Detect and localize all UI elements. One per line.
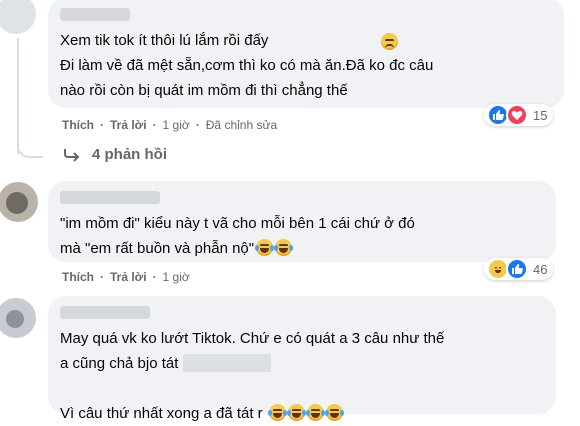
avatar[interactable] bbox=[0, 182, 38, 222]
love-reaction-icon bbox=[506, 104, 528, 126]
comment-text: Xem tik tok ít thôi lú lắm rồi đấy Đi là… bbox=[60, 32, 434, 99]
tears-of-joy-icon bbox=[274, 239, 294, 256]
reply-link[interactable]: Trả lời bbox=[110, 118, 147, 132]
view-replies-button[interactable]: 4 phản hồi bbox=[64, 146, 167, 163]
comment-bubble-3: May quá vk ko lướt Tiktok. Chứ e có quát… bbox=[48, 296, 556, 422]
comment-bubble-2: "im mồm đi" kiểu này t vã cho mỗi bên 1 … bbox=[48, 181, 556, 262]
comment-bubble-1: Xem tik tok ít thôi lú lắm rồi đấy Đi là… bbox=[48, 0, 564, 108]
reaction-summary[interactable]: 15 bbox=[484, 104, 554, 126]
pensive-face-icon bbox=[381, 33, 398, 50]
redacted-text bbox=[182, 354, 271, 372]
replies-count-label: 4 phản hồi bbox=[92, 146, 167, 163]
timestamp[interactable]: 1 giờ bbox=[163, 270, 190, 284]
separator: · bbox=[100, 118, 104, 132]
separator: · bbox=[195, 118, 200, 132]
avatar[interactable] bbox=[0, 298, 36, 338]
comment-actions: Thích · Trả lời · 1 giờ · Đã chỉnh sửa bbox=[62, 118, 283, 132]
reaction-count: 46 bbox=[533, 261, 548, 277]
reaction-count: 15 bbox=[533, 107, 548, 123]
reply-link[interactable]: Trả lời bbox=[110, 270, 147, 284]
commenter-name-redacted[interactable] bbox=[60, 306, 150, 319]
like-reaction-icon bbox=[506, 258, 528, 280]
thread-connector bbox=[17, 132, 43, 158]
comment-actions: Thích · Trả lời · 1 giờ bbox=[62, 270, 196, 284]
comment-text: May quá vk ko lướt Tiktok. Chứ e có quát… bbox=[60, 330, 445, 422]
timestamp[interactable]: 1 giờ bbox=[163, 118, 190, 132]
commenter-name-redacted[interactable] bbox=[60, 191, 160, 204]
commenter-name-redacted[interactable] bbox=[60, 8, 130, 21]
separator: · bbox=[152, 270, 157, 284]
like-link[interactable]: Thích bbox=[62, 118, 94, 132]
reply-arrow-icon bbox=[64, 148, 80, 162]
edited-label: Đã chỉnh sửa bbox=[205, 118, 278, 132]
avatar[interactable] bbox=[0, 0, 36, 34]
separator: · bbox=[152, 118, 157, 132]
tears-of-joy-icon bbox=[255, 239, 275, 256]
comment-text: "im mồm đi" kiểu này t vã cho mỗi bên 1 … bbox=[60, 215, 415, 257]
like-link[interactable]: Thích bbox=[62, 270, 94, 284]
reaction-summary[interactable]: 46 bbox=[484, 258, 554, 280]
separator: · bbox=[100, 270, 104, 284]
